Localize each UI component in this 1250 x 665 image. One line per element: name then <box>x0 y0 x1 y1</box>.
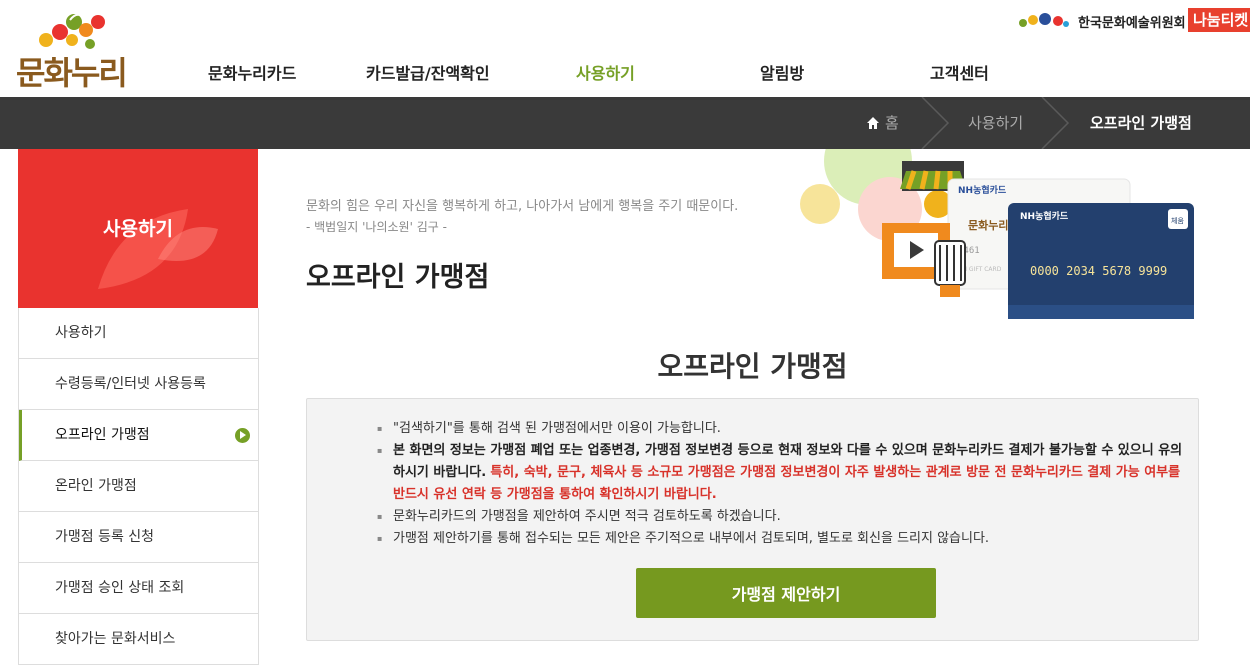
logo-text: 문화누리 <box>16 54 128 92</box>
sidebar-item-online-store[interactable]: 온라인 가맹점 <box>19 461 258 512</box>
notice-text: 가맹점 제안하기를 통해 접수되는 모든 제안은 주기적으로 내부에서 검토되며… <box>393 531 990 546</box>
site-logo[interactable]: 문화누리 <box>16 8 136 92</box>
arrow-right-circle-icon <box>235 428 250 443</box>
sidebar-item-approval-status[interactable]: 가맹점 승인 상태 조회 <box>19 563 258 614</box>
notice-list: "검색하기"를 통해 검색 된 가맹점에서만 이용이 가능합니다. 본 화면의 … <box>377 418 1183 550</box>
sidebar-item-label: 가맹점 등록 신청 <box>55 529 155 545</box>
notice-text: "검색하기"를 통해 검색 된 가맹점에서만 이용이 가능합니다. <box>393 421 721 436</box>
notice-caution-text: 특히, 숙박, 문구, 체육사 등 소규모 가맹점은 가맹점 정보변경이 자주 … <box>393 465 1181 502</box>
gnb-item-card-issue[interactable]: 카드발급/잔액확인 <box>366 60 490 84</box>
gnb-item-culture-card[interactable]: 문화누리카드 <box>208 60 296 84</box>
sidebar-item-label: 오프라인 가맹점 <box>55 427 150 443</box>
gnb-item-usage[interactable]: 사용하기 <box>576 60 635 84</box>
gift-card-brand: NH농협카드 <box>958 184 1007 196</box>
notice-item: 가맹점 제안하기를 통해 접수되는 모든 제안은 주기적으로 내부에서 검토되며… <box>377 528 1183 550</box>
quote-text: 문화의 힘은 우리 자신을 행복하게 하고, 나아가서 남에게 행복을 주기 때… <box>306 199 739 214</box>
logo-fruit-icon <box>39 13 105 49</box>
sidebar-header: 사용하기 <box>18 149 258 308</box>
card-badge: 체움 <box>1171 217 1184 225</box>
sidebar-item-label: 수령등록/인터넷 사용등록 <box>55 376 206 392</box>
notice-item: 문화누리카드의 가맹점을 제안하여 주시면 적극 검토하도록 하겠습니다. <box>377 506 1183 528</box>
leaf-decoration-icon <box>98 209 218 289</box>
sidebar-item-register[interactable]: 수령등록/인터넷 사용등록 <box>19 359 258 410</box>
page-title: 오프라인 가맹점 <box>306 262 490 293</box>
breadcrumb: 홈 사용하기 오프라인 가맹점 <box>0 97 1250 149</box>
notice-item: "검색하기"를 통해 검색 된 가맹점에서만 이용이 가능합니다. <box>377 418 1183 440</box>
sidebar-title: 사용하기 <box>103 218 173 240</box>
arko-dots-icon <box>1019 13 1069 27</box>
site-header: 문화누리 문화누리카드 카드발급/잔액확인 사용하기 알림방 고객센터 한국문화… <box>0 0 1250 97</box>
card-illustration: NH농협카드 문화누리 9461 NH GIFT CARD NH농협카드 체움 … <box>800 117 1194 319</box>
home-icon <box>867 117 879 129</box>
gnb-item-customer-center[interactable]: 고객센터 <box>930 60 989 84</box>
nanum-ticket-logo[interactable]: 나눔티켓 <box>1188 8 1250 32</box>
hero-illustration: NH농협카드 문화누리 9461 NH GIFT CARD NH농협카드 체움 … <box>790 117 1210 324</box>
chevron-right-icon <box>921 97 950 149</box>
notice-box: "검색하기"를 통해 검색 된 가맹점에서만 이용이 가능합니다. 본 화면의 … <box>306 398 1199 641</box>
sidebar-menu: 사용하기 수령등록/인터넷 사용등록 오프라인 가맹점 온라인 가맹점 가맹점 … <box>18 308 259 665</box>
section-title: 오프라인 가맹점 <box>657 350 848 383</box>
quote-source: - 백범일지 '나의소원' 김구 - <box>306 220 447 234</box>
sidebar-item-usage[interactable]: 사용하기 <box>19 308 258 359</box>
breadcrumb-usage[interactable]: 사용하기 <box>968 97 1023 149</box>
chevron-right-icon <box>1041 97 1070 149</box>
sidebar-item-label: 사용하기 <box>55 325 107 341</box>
card-number: 0000 2034 5678 9999 <box>1030 264 1167 278</box>
arko-logo[interactable]: 한국문화예술위원회 <box>1018 10 1186 32</box>
sidebar-item-label: 가맹점 승인 상태 조회 <box>55 580 185 596</box>
card-brand: NH농협카드 <box>1020 210 1069 222</box>
sidebar-item-visiting-service[interactable]: 찾아가는 문화서비스 <box>19 614 258 665</box>
gift-card-logo: 문화누리 <box>968 218 1008 232</box>
notice-text: 문화누리카드의 가맹점을 제안하여 주시면 적극 검토하도록 하겠습니다. <box>393 509 781 524</box>
notice-item: 본 화면의 정보는 가맹점 폐업 또는 업종변경, 가맹점 정보변경 등으로 현… <box>377 440 1183 506</box>
sidebar-item-offline-store[interactable]: 오프라인 가맹점 <box>19 410 258 461</box>
arko-name: 한국문화예술위원회 <box>1078 15 1186 31</box>
sidebar-item-label: 온라인 가맹점 <box>55 478 137 494</box>
breadcrumb-home[interactable]: 홈 <box>885 97 899 149</box>
sidebar-item-label: 찾아가는 문화서비스 <box>55 631 176 647</box>
sidebar-item-store-apply[interactable]: 가맹점 등록 신청 <box>19 512 258 563</box>
propose-store-button[interactable]: 가맹점 제안하기 <box>636 568 936 618</box>
breadcrumb-current: 오프라인 가맹점 <box>1090 114 1192 132</box>
gnb-item-notice[interactable]: 알림방 <box>760 60 804 84</box>
